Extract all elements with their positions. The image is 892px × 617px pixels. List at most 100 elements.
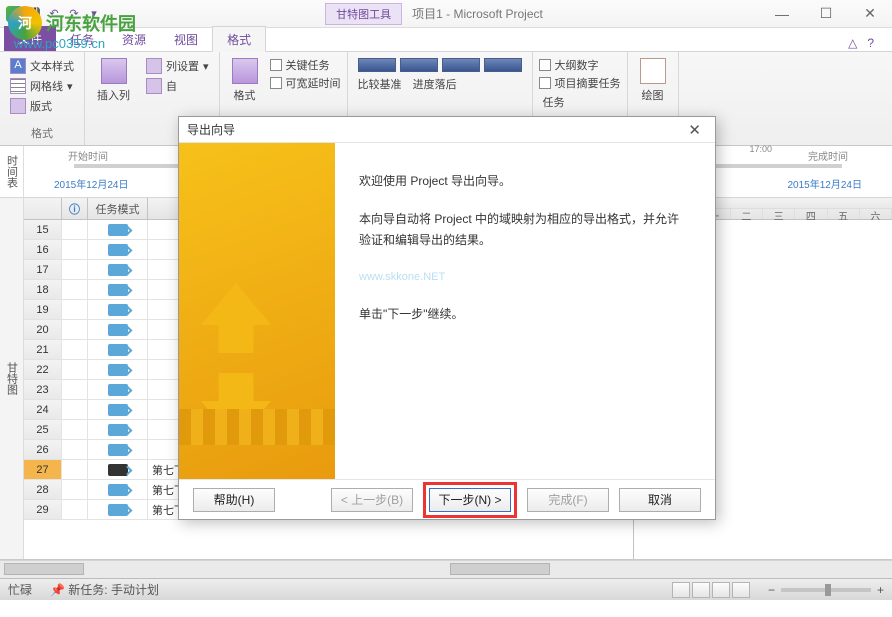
window-title: 项目1 - Microsoft Project [412, 5, 543, 22]
row-number[interactable]: 19 [24, 300, 62, 319]
wizard-text-1: 欢迎使用 Project 导出向导。 [359, 171, 691, 193]
col-rownum[interactable] [24, 198, 62, 219]
info-cell[interactable] [62, 500, 88, 519]
row-number[interactable]: 18 [24, 280, 62, 299]
qat-redo-icon[interactable]: ↷ [66, 6, 82, 22]
baseline-label: 比较基准 进度落后 [354, 74, 526, 94]
timeline-label: 时间表 [0, 146, 24, 197]
next-button[interactable]: 下一步(N) > [429, 488, 511, 512]
row-number[interactable]: 29 [24, 500, 62, 519]
insert-column-button[interactable]: 插入列 [91, 56, 136, 105]
qat-dropdown-icon[interactable]: ▾ [86, 6, 102, 22]
text-style-button[interactable]: A文本样式 [6, 56, 78, 76]
tab-file[interactable]: 文件 [4, 26, 56, 51]
row-number[interactable]: 28 [24, 480, 62, 499]
row-number[interactable]: 20 [24, 320, 62, 339]
row-number[interactable]: 23 [24, 380, 62, 399]
mode-cell[interactable] [88, 240, 148, 259]
outline-number-checkbox[interactable]: 大纲数字 [539, 56, 621, 74]
finish-button: 完成(F) [527, 488, 609, 512]
dialog-close-button[interactable]: ✕ [682, 121, 707, 139]
row-number[interactable]: 15 [24, 220, 62, 239]
contextual-tab-label: 甘特图工具 [325, 3, 402, 25]
qat-save-icon[interactable]: 💾 [26, 6, 42, 22]
zoom-slider[interactable]: −+ [768, 583, 884, 597]
mode-cell[interactable] [88, 380, 148, 399]
row-number[interactable]: 24 [24, 400, 62, 419]
tab-view[interactable]: 视图 [160, 27, 212, 51]
wizard-text-2: 本向导自动将 Project 中的域映射为相应的导出格式，并允许验证和编辑导出的… [359, 209, 691, 252]
minimize-button[interactable]: — [760, 2, 804, 26]
titlebar: 💾 ↶ ↷ ▾ 甘特图工具 项目1 - Microsoft Project — … [0, 0, 892, 28]
view-buttons[interactable] [672, 582, 750, 598]
mode-cell[interactable] [88, 360, 148, 379]
mode-cell[interactable] [88, 280, 148, 299]
auto-button[interactable]: 自 [142, 76, 213, 96]
mode-cell[interactable] [88, 420, 148, 439]
critical-checkbox[interactable]: 关键任务 [270, 56, 341, 74]
next-button-highlight: 下一步(N) > [423, 482, 517, 518]
format-button[interactable]: 格式 [226, 56, 264, 105]
mode-cell[interactable] [88, 500, 148, 519]
row-number[interactable]: 16 [24, 240, 62, 259]
baseline-gallery[interactable] [354, 56, 526, 74]
mode-cell[interactable] [88, 340, 148, 359]
info-cell[interactable] [62, 360, 88, 379]
mode-cell[interactable] [88, 480, 148, 499]
info-cell[interactable] [62, 420, 88, 439]
help-button[interactable]: 帮助(H) [193, 488, 275, 512]
info-cell[interactable] [62, 280, 88, 299]
info-cell[interactable] [62, 460, 88, 479]
info-cell[interactable] [62, 320, 88, 339]
info-cell[interactable] [62, 400, 88, 419]
layout-button[interactable]: 版式 [6, 96, 78, 116]
tab-task[interactable]: 任务 [56, 27, 108, 51]
row-number[interactable]: 17 [24, 260, 62, 279]
tab-resource[interactable]: 资源 [108, 27, 160, 51]
mode-cell[interactable] [88, 300, 148, 319]
info-cell[interactable] [62, 480, 88, 499]
column-settings-button[interactable]: 列设置▾ [142, 56, 213, 76]
mode-cell[interactable] [88, 460, 148, 479]
info-cell[interactable] [62, 380, 88, 399]
mode-cell[interactable] [88, 320, 148, 339]
gridlines-button[interactable]: 网格线▾ [6, 76, 78, 96]
export-wizard-dialog: 导出向导 ✕ 欢迎使用 Project 导出向导。 本向导自动将 Project… [178, 116, 716, 520]
cancel-button[interactable]: 取消 [619, 488, 701, 512]
status-newtask[interactable]: 📌 新任务: 手动计划 [50, 581, 159, 598]
mode-cell[interactable] [88, 440, 148, 459]
wizard-image [179, 143, 335, 479]
start-date: 2015年12月24日 [54, 176, 129, 191]
mode-cell[interactable] [88, 260, 148, 279]
maximize-button[interactable]: ☐ [804, 2, 848, 26]
summary-task-checkbox[interactable]: 项目摘要任务 [539, 74, 621, 92]
ribbon-minimize-icon[interactable]: △ [848, 36, 857, 50]
draw-button[interactable]: 绘图 [634, 56, 672, 105]
start-time-label: 开始时间 [68, 148, 108, 163]
row-number[interactable]: 21 [24, 340, 62, 359]
tab-format[interactable]: 格式 [212, 26, 266, 52]
back-button: < 上一步(B) [331, 488, 413, 512]
col-info[interactable]: ⓘ [62, 198, 88, 219]
help-icon[interactable]: ? [867, 36, 874, 50]
info-cell[interactable] [62, 440, 88, 459]
row-number[interactable]: 26 [24, 440, 62, 459]
info-cell[interactable] [62, 240, 88, 259]
task-button[interactable]: 任务 [539, 92, 621, 112]
group-format-label: 格式 [6, 123, 78, 143]
mode-cell[interactable] [88, 220, 148, 239]
info-cell[interactable] [62, 220, 88, 239]
col-mode[interactable]: 任务模式 [88, 198, 148, 219]
row-number[interactable]: 22 [24, 360, 62, 379]
row-number[interactable]: 27 [24, 460, 62, 479]
close-button[interactable]: ✕ [848, 2, 892, 26]
wizard-text-3: 单击"下一步"继续。 [359, 304, 691, 326]
slack-checkbox[interactable]: 可宽延时间 [270, 74, 341, 92]
info-cell[interactable] [62, 260, 88, 279]
info-cell[interactable] [62, 300, 88, 319]
qat-undo-icon[interactable]: ↶ [46, 6, 62, 22]
mode-cell[interactable] [88, 400, 148, 419]
row-number[interactable]: 25 [24, 420, 62, 439]
info-cell[interactable] [62, 340, 88, 359]
h-scrollbar[interactable] [0, 560, 892, 578]
